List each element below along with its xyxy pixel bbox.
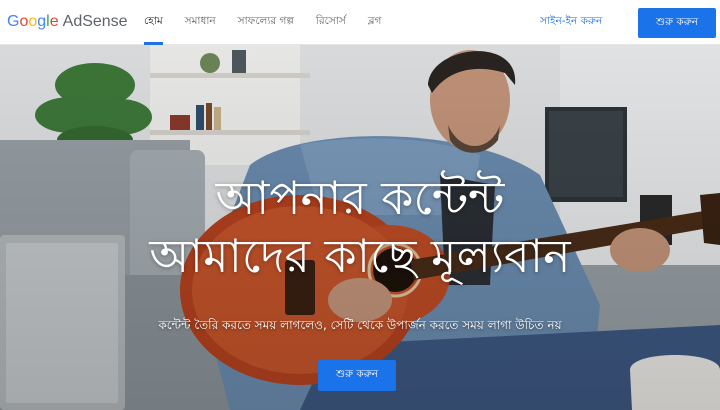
- top-navigation-bar: Google AdSense হোম সমাধান সাফল্যের গল্প …: [0, 0, 720, 45]
- product-name: AdSense: [62, 13, 128, 30]
- google-adsense-logo[interactable]: Google AdSense: [7, 13, 128, 31]
- start-button-hero[interactable]: শুরু করুন: [318, 360, 396, 391]
- main-nav: হোম সমাধান সাফল্যের গল্প রিসোর্স ব্লগ: [144, 0, 403, 45]
- hero-headline-line1: আপনার কন্টেন্ট: [215, 171, 505, 225]
- nav-item-blog[interactable]: ব্লগ: [368, 0, 382, 45]
- nav-item-home[interactable]: হোম: [144, 0, 163, 45]
- hero-section: আপনার কন্টেন্ট আমাদের কাছে মূল্যবান কন্ট…: [0, 45, 720, 410]
- hero-subtext: কন্টেন্ট তৈরি করতে সময় লাগলেও, সেটি থেক…: [158, 318, 562, 332]
- google-wordmark: Google: [7, 13, 59, 30]
- nav-item-resources[interactable]: রিসোর্স: [316, 0, 346, 45]
- nav-item-solutions[interactable]: সমাধান: [185, 0, 216, 45]
- nav-item-success-stories[interactable]: সাফল্যের গল্প: [238, 0, 294, 45]
- start-button-header[interactable]: শুরু করুন: [638, 8, 716, 38]
- hero-headline-line2: আমাদের কাছে মূল্যবান: [149, 229, 571, 283]
- signin-link[interactable]: সাইন-ইন করুন: [540, 14, 602, 31]
